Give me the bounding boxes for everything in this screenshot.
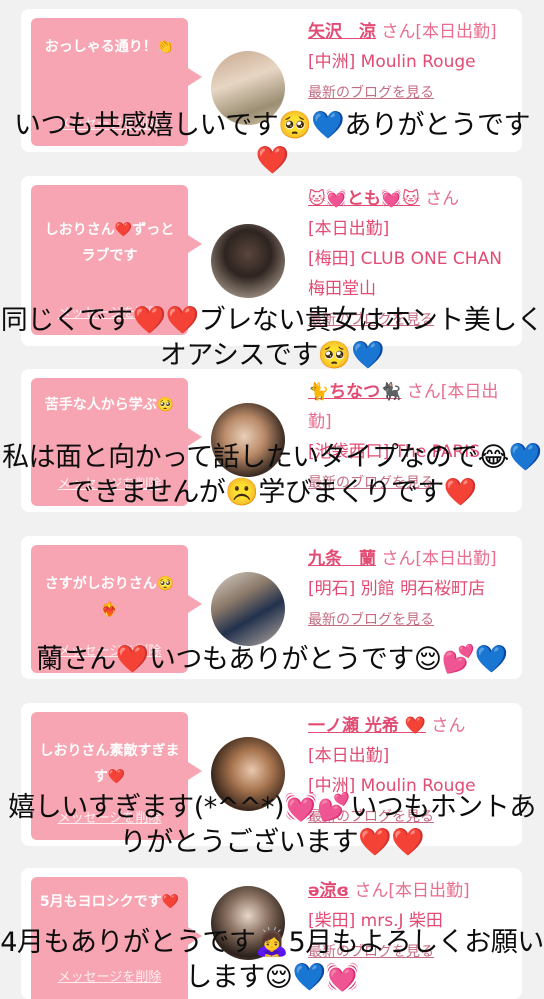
caption-text: 同じくです❤️❤️ブレない貴女はホント美しくオアシスです🥺💙 <box>0 305 544 371</box>
avatar[interactable] <box>211 224 285 298</box>
message-text: しおりさん❤️ずっとラブです <box>44 222 175 264</box>
sender-san: さん <box>425 189 460 209</box>
sender-info: 矢沢 涼 さん[本日出勤] [中洲] Moulin Rouge 最新のブログを見… <box>308 17 513 107</box>
latest-blog-link[interactable]: 最新のブログを見る <box>308 85 434 101</box>
message-text: しおりさん素敵すぎます❤️ <box>39 743 180 785</box>
sender-shop: [中洲] Moulin Rouge <box>308 52 476 72</box>
sender-name[interactable]: 一ノ瀬 光希 ❤️ <box>308 716 426 736</box>
caption-text: 蘭さん❤️いつもありがとうです😌💕💙 <box>36 644 508 675</box>
caption-text: いつも共感嬉しいです🥺💙ありがとうです❤️ <box>14 110 530 176</box>
message-text: 5月もヨロシクです❤️ <box>39 894 180 910</box>
sender-name[interactable]: ə涼ɞ <box>308 881 349 901</box>
avatar[interactable] <box>211 572 285 646</box>
sender-san: さん <box>431 716 466 736</box>
sender-name[interactable]: 九条 蘭 <box>308 549 376 569</box>
caption-text: 私は面と向かって話したいタイプなので😂💙できませんが☹️学びまくりです❤️ <box>2 442 542 508</box>
sender-name[interactable]: 🐈ちなつ🐈‍⬛ <box>308 382 401 402</box>
sender-status: さん[本日出勤] <box>381 549 497 569</box>
message-text: 苦手な人から学ぶ🥺 <box>44 397 175 413</box>
caption-text: 嬉しいすぎます(*^^*)💓💕いつもホントありがとうございます❤️❤️ <box>8 792 536 858</box>
sender-status: さん[本日出勤] <box>354 881 470 901</box>
sender-info: 九条 蘭 さん[本日出勤] [明石] 別館 明石桜町店 最新のブログを見る <box>308 544 513 634</box>
sender-status: [本日出勤] <box>308 746 390 766</box>
caption-text: 4月もありがとうです🙇‍♀️5月もよろしくお願いします😌💙💓 <box>0 927 544 993</box>
sender-name[interactable]: 矢沢 涼 <box>308 22 376 42</box>
latest-blog-link[interactable]: 最新のブログを見る <box>308 612 434 628</box>
sender-status: [本日出勤] <box>308 219 390 239</box>
message-text: おっしゃる通り！👏 <box>44 39 175 55</box>
sender-status: さん[本日出勤] <box>381 22 497 42</box>
sender-shop: [明石] 別館 明石桜町店 <box>308 579 486 599</box>
sender-shop: [梅田] CLUB ONE CHAN 梅田堂山 <box>308 249 502 299</box>
sender-name[interactable]: 🐱💓とも💓🐱 <box>308 189 420 209</box>
message-text: さすがしおりさん🥺❤️‍🔥 <box>44 576 175 618</box>
